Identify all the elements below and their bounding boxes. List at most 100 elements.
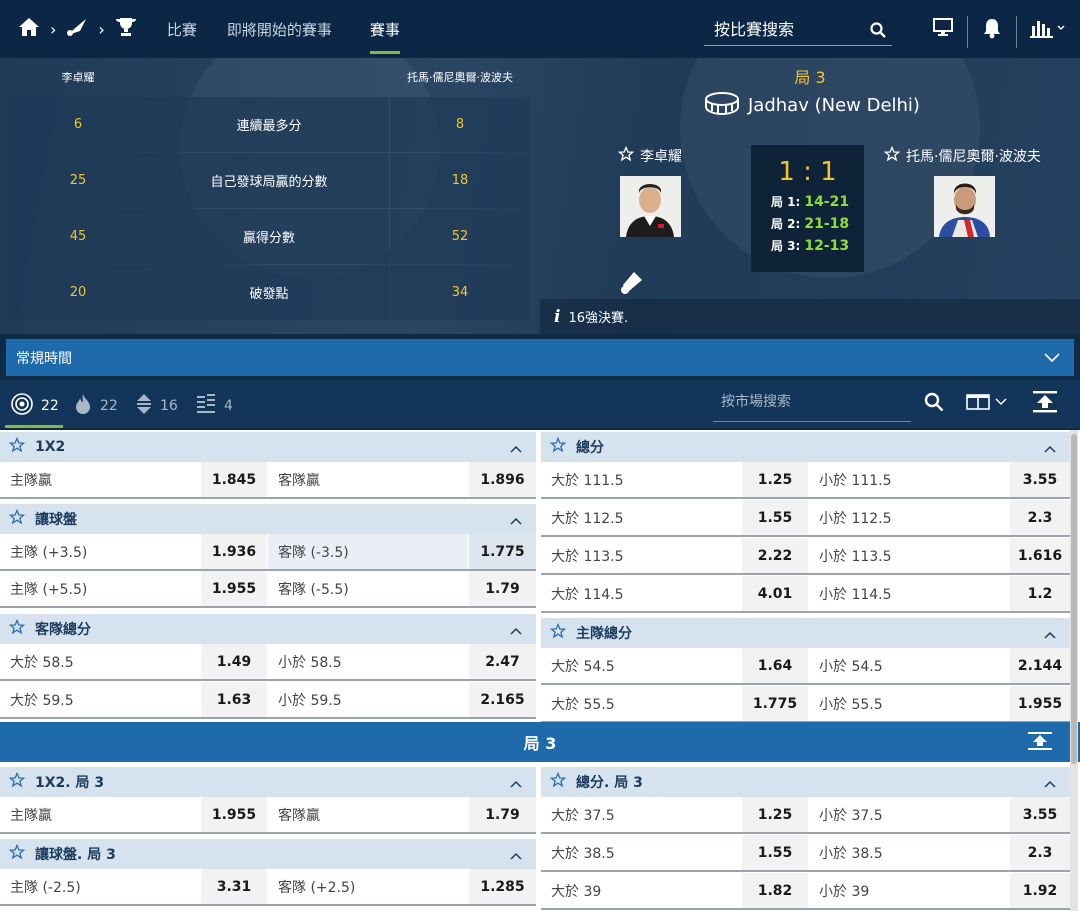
odds-value[interactable]: 1.25	[742, 797, 808, 832]
star-icon[interactable]	[549, 622, 567, 643]
odds-value[interactable]: 2.165	[469, 682, 536, 717]
star-icon[interactable]	[549, 771, 567, 792]
odds-value[interactable]: 1.49	[201, 644, 267, 679]
collapse-section-icon[interactable]	[1028, 732, 1052, 754]
bell-icon[interactable]	[982, 17, 1002, 43]
odds-value[interactable]: 2.3	[1010, 500, 1070, 535]
odds-value[interactable]: 3.55	[1010, 462, 1070, 497]
stat-left-value: 6	[8, 97, 148, 152]
chevron-down-icon[interactable]	[1044, 351, 1060, 367]
tab-events[interactable]: 賽事	[369, 0, 400, 58]
search-icon[interactable]	[870, 22, 886, 42]
market-header-1x2[interactable]: 1X2	[0, 432, 536, 462]
odds-value[interactable]: 1.79	[469, 797, 536, 832]
odds-value[interactable]: 2.3	[1010, 835, 1070, 870]
stats-icon[interactable]	[1030, 17, 1070, 43]
filter-over-under[interactable]: 16	[136, 388, 178, 424]
trophy-icon[interactable]	[115, 17, 137, 41]
match-search-input[interactable]	[704, 20, 854, 39]
odds-value[interactable]: 4.01	[742, 576, 808, 611]
market-header-home-total[interactable]: 主隊總分	[541, 618, 1070, 648]
market-header-handicap-set-3[interactable]: 讓球盤. 局 3	[0, 839, 536, 869]
filter-count: 22	[100, 398, 118, 414]
monitor-icon[interactable]	[933, 17, 953, 41]
odds-value[interactable]: 3.55	[1010, 797, 1070, 832]
odds-label: 小於 55.5	[819, 696, 883, 713]
star-icon[interactable]	[8, 508, 26, 529]
odds-value[interactable]: 1.92	[1010, 873, 1070, 908]
stats-row: 45 贏得分數 52	[8, 209, 530, 265]
odds-value[interactable]: 1.896	[469, 462, 536, 497]
odds-value[interactable]: 2.47	[469, 644, 536, 679]
badminton-icon[interactable]	[66, 17, 88, 41]
chevron-up-icon[interactable]	[510, 776, 522, 792]
star-icon[interactable]	[8, 618, 26, 639]
layout-columns-icon[interactable]	[966, 394, 1010, 414]
market-header-total-set-3[interactable]: 總分. 局 3	[541, 767, 1070, 797]
scrollbar-thumb[interactable]	[1071, 434, 1077, 764]
odds-value[interactable]: 1.285	[469, 869, 536, 904]
market-header-away-total[interactable]: 客隊總分	[0, 614, 536, 644]
odds-value[interactable]: 1.63	[201, 682, 267, 717]
odds-value[interactable]: 1.79	[469, 571, 536, 606]
star-icon[interactable]	[883, 145, 906, 166]
odds-value[interactable]: 1.775	[742, 686, 808, 721]
star-icon[interactable]	[549, 436, 567, 457]
search-icon[interactable]	[924, 392, 944, 416]
odds-value[interactable]: 1.936	[201, 534, 267, 569]
star-icon[interactable]	[8, 771, 26, 792]
market-header-handicap[interactable]: 讓球盤	[0, 504, 536, 534]
home-icon[interactable]	[18, 17, 40, 41]
chevron-up-icon[interactable]	[510, 848, 522, 864]
stat-right-value: 34	[390, 265, 530, 320]
collapse-all-icon[interactable]	[1033, 391, 1057, 417]
odds-value[interactable]: 1.955	[201, 571, 267, 606]
odds-value[interactable]: 1.55	[742, 835, 808, 870]
chevron-up-icon[interactable]	[510, 441, 522, 457]
odds-value[interactable]: 1.25	[742, 462, 808, 497]
odds-value[interactable]: 1.616	[1010, 538, 1070, 573]
market-filters: 22 22 16 4	[0, 380, 1080, 428]
fire-icon	[74, 393, 100, 419]
filter-popular[interactable]: 22	[74, 388, 118, 424]
market-title: 主隊總分	[576, 626, 632, 642]
odds-row: 大於 55.5 1.775 小於 55.5 1.955	[541, 686, 1070, 723]
odds-value[interactable]: 1.55	[742, 500, 808, 535]
odds-value[interactable]: 1.845	[201, 462, 267, 497]
chevron-up-icon[interactable]	[510, 513, 522, 529]
chevron-up-icon[interactable]	[1044, 627, 1056, 643]
tab-matches[interactable]: 比賽	[167, 0, 197, 58]
odds-label: 主隊 (+5.5)	[10, 581, 88, 598]
star-icon[interactable]	[617, 145, 640, 166]
odds-value[interactable]: 2.22	[742, 538, 808, 573]
odds-label: 大於 58.5	[10, 654, 74, 671]
odds-value[interactable]: 3.31	[201, 869, 267, 904]
filter-all[interactable]: 22	[5, 388, 63, 428]
market-header-total[interactable]: 總分	[541, 432, 1070, 462]
odds-value[interactable]: 1.2	[1010, 576, 1070, 611]
tab-upcoming[interactable]: 即將開始的賽事	[227, 0, 332, 58]
odds-value[interactable]: 1.955	[201, 797, 267, 832]
current-set-label: 局 3	[794, 68, 826, 87]
odds-row: 大於 54.5 1.64 小於 54.5 2.144	[541, 648, 1070, 685]
odds-value[interactable]: 1.82	[742, 873, 808, 908]
odds-row: 主隊 (-2.5) 3.31 客隊 (+2.5) 1.285	[0, 869, 536, 906]
odds-label: 大於 59.5	[10, 692, 74, 709]
odds-value[interactable]: 1.775	[469, 534, 536, 569]
star-icon[interactable]	[8, 436, 26, 457]
star-icon[interactable]	[8, 843, 26, 864]
chevron-up-icon[interactable]	[1044, 441, 1056, 457]
period-label: 常規時間	[16, 350, 72, 367]
chevron-up-icon[interactable]	[510, 623, 522, 639]
section-header-set-3[interactable]: 局 3	[0, 722, 1080, 762]
odds-value[interactable]: 2.144	[1010, 648, 1070, 683]
stats-row: 6 連續最多分 8	[8, 97, 530, 153]
odds-value[interactable]: 1.64	[742, 648, 808, 683]
period-selector[interactable]: 常規時間	[6, 339, 1074, 376]
filter-handicap[interactable]: 4	[196, 388, 233, 424]
odds-value[interactable]: 1.955	[1010, 686, 1070, 721]
market-search-input[interactable]	[713, 386, 903, 418]
market-header-1x2-set-3[interactable]: 1X2. 局 3	[0, 767, 536, 797]
match-score: 1 : 1	[778, 157, 837, 187]
chevron-up-icon[interactable]	[1044, 776, 1056, 792]
